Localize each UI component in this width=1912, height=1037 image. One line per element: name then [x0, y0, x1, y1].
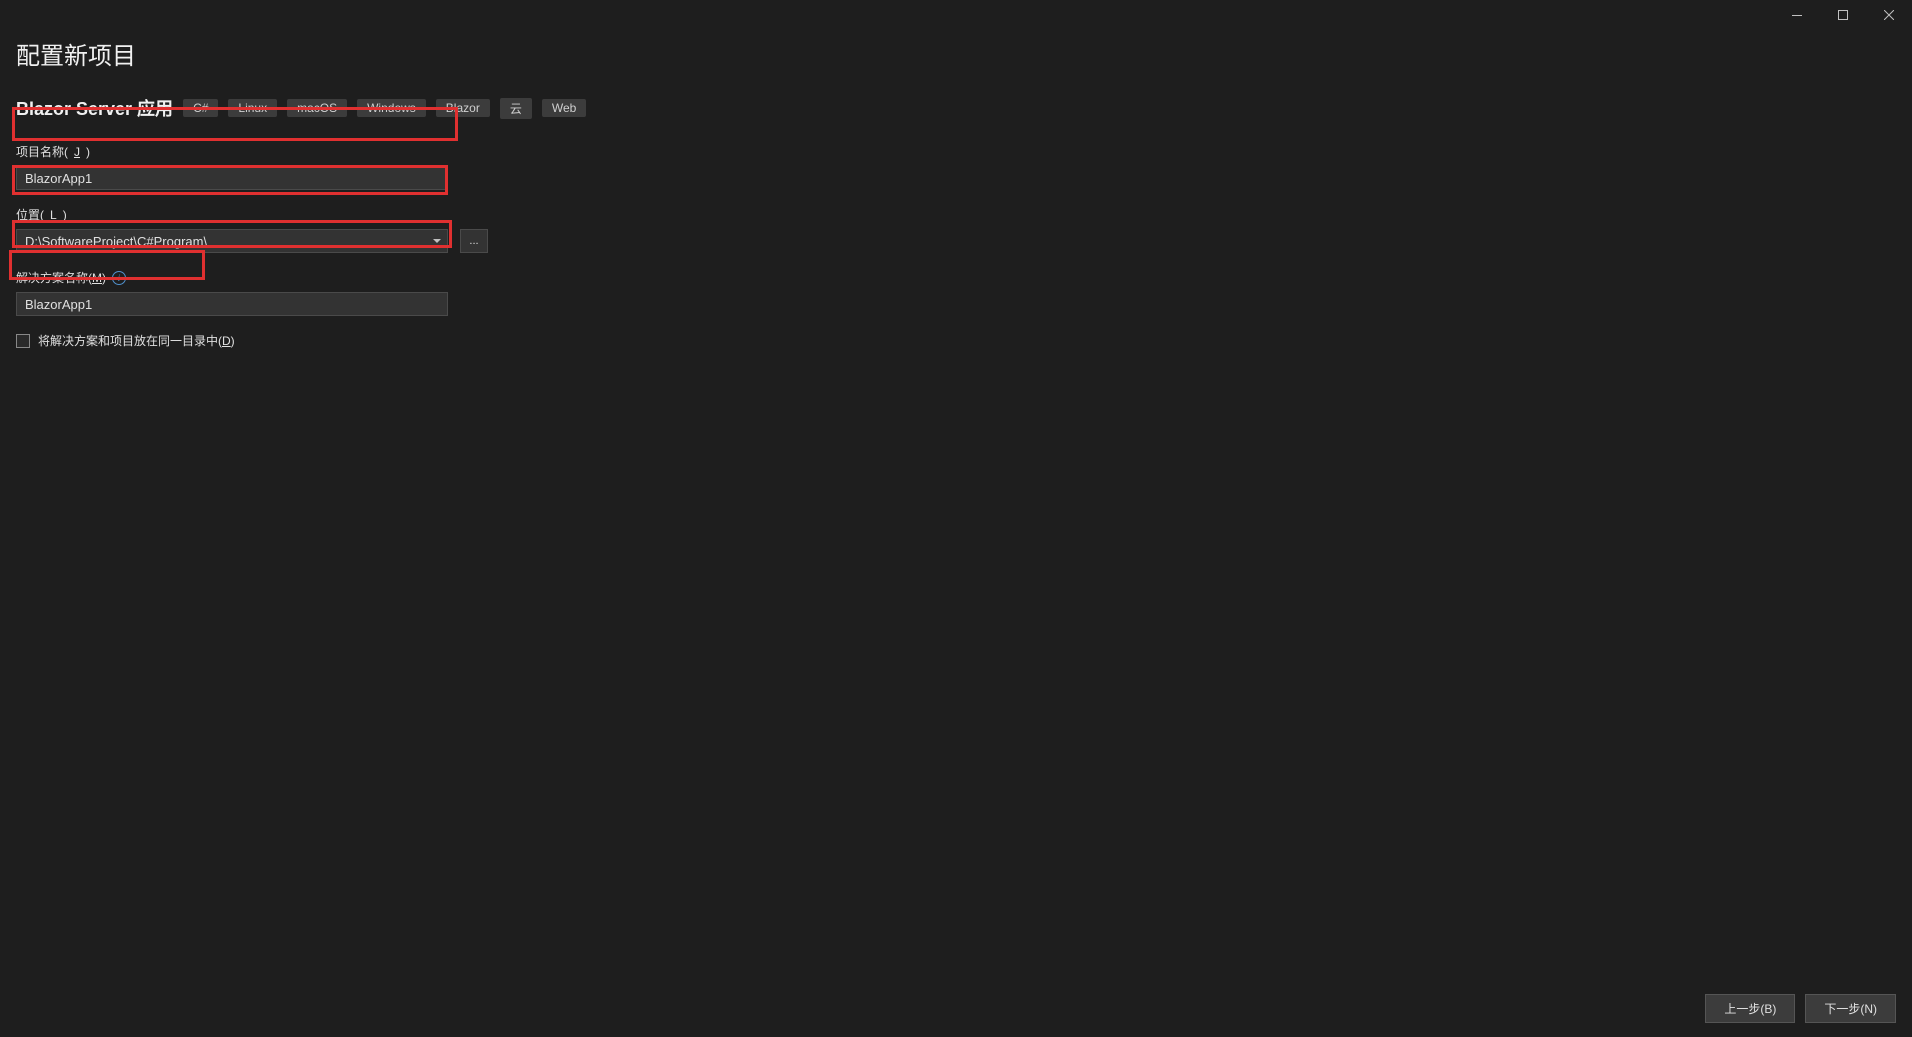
template-name: Blazor Server 应用: [16, 95, 173, 121]
location-input-row: D:\SoftwareProject\C#Program\ ...: [16, 229, 1896, 253]
solution-name-label-suffix: ): [102, 271, 106, 285]
tag-cloud: 云: [500, 98, 532, 119]
next-button[interactable]: 下一步(N): [1805, 994, 1896, 1023]
page-title: 配置新项目: [16, 36, 1896, 71]
tag-linux: Linux: [228, 99, 277, 117]
template-row: Blazor Server 应用 C# Linux macOS Windows …: [16, 95, 1896, 121]
project-name-label: 项目名称( J): [16, 143, 1896, 160]
same-dir-label-suffix: ): [231, 334, 235, 348]
tag-blazor: Blazor: [436, 99, 490, 117]
location-group: 位置( L) D:\SoftwareProject\C#Program\ ...: [16, 206, 1896, 253]
solution-name-input[interactable]: [16, 292, 448, 316]
maximize-icon: [1838, 10, 1848, 20]
solution-name-label: 解决方案名称(M) i: [16, 269, 1896, 286]
tag-web: Web: [542, 99, 586, 117]
content-area: 配置新项目 Blazor Server 应用 C# Linux macOS Wi…: [0, 30, 1912, 371]
same-dir-row[interactable]: 将解决方案和项目放在同一目录中(D): [16, 332, 1896, 349]
same-dir-checkbox[interactable]: [16, 334, 30, 348]
close-button[interactable]: [1866, 0, 1912, 30]
project-name-input[interactable]: [16, 166, 448, 190]
titlebar: [0, 0, 1912, 30]
solution-name-group: 解决方案名称(M) i: [16, 269, 1896, 316]
tag-csharp: C#: [183, 99, 218, 117]
maximize-button[interactable]: [1820, 0, 1866, 30]
tag-windows: Windows: [357, 99, 426, 117]
location-value: D:\SoftwareProject\C#Program\: [25, 234, 207, 249]
project-name-label-suffix: ): [86, 145, 90, 159]
project-name-label-prefix: 项目名称(: [16, 143, 68, 160]
location-label-prefix: 位置(: [16, 206, 44, 223]
solution-name-label-prefix: 解决方案名称(: [16, 271, 92, 285]
close-icon: [1884, 10, 1894, 20]
location-label-suffix: ): [63, 208, 67, 222]
project-name-hotkey: J: [74, 145, 80, 159]
info-icon[interactable]: i: [112, 271, 126, 285]
minimize-icon: [1792, 15, 1802, 16]
minimize-button[interactable]: [1774, 0, 1820, 30]
tag-macos: macOS: [287, 99, 347, 117]
location-dropdown[interactable]: D:\SoftwareProject\C#Program\: [16, 229, 448, 253]
chevron-down-icon: [433, 239, 441, 243]
location-hotkey: L: [50, 208, 57, 222]
same-dir-hotkey: D: [222, 334, 231, 348]
browse-button[interactable]: ...: [460, 229, 488, 253]
location-label: 位置( L): [16, 206, 1896, 223]
same-dir-group: 将解决方案和项目放在同一目录中(D): [16, 332, 1896, 349]
project-name-group: 项目名称( J): [16, 143, 1896, 190]
footer: 上一步(B) 下一步(N): [1705, 994, 1896, 1023]
same-dir-label-prefix: 将解决方案和项目放在同一目录中(: [38, 334, 222, 348]
back-button[interactable]: 上一步(B): [1705, 994, 1795, 1023]
solution-name-hotkey: M: [92, 271, 102, 285]
